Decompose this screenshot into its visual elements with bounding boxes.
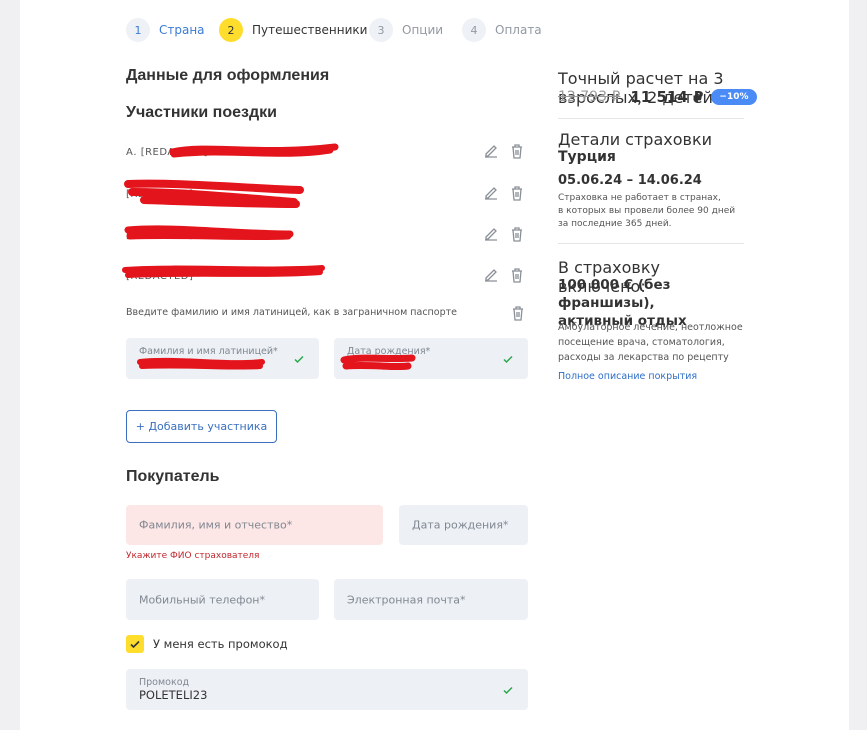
note-line: за последние 365 дней. (558, 219, 672, 229)
edit-icon[interactable] (482, 184, 500, 202)
fio-error: Укажите ФИО страхователя (126, 551, 260, 561)
field-label: Дата рождения* (412, 518, 509, 532)
new-price: 11 514 ₽ (630, 88, 704, 106)
step-label: Путешественники (252, 23, 368, 37)
discount-badge: −10% (711, 89, 757, 105)
email-field[interactable]: Электронная почта* (334, 579, 528, 620)
dates: 05.06.24 – 14.06.24 (558, 173, 702, 188)
buyer-birth-field[interactable]: Дата рождения* (399, 505, 528, 545)
check-icon (503, 686, 513, 694)
note-line: Страховка не работает в странах, (558, 193, 721, 203)
latin-hint: Введите фамилию и имя латиницей, как в з… (126, 307, 457, 318)
trash-icon[interactable] (508, 266, 526, 284)
promo-checkbox[interactable] (126, 635, 144, 653)
coverage-desc-line: посещение врача, стоматология, (558, 337, 725, 348)
insurance-note: Страховка не работает в странах, в котор… (558, 192, 744, 231)
check-icon (503, 355, 513, 363)
step-number: 2 (219, 18, 243, 42)
field-label: Электронная почта* (347, 593, 466, 606)
step-label: Страна (159, 23, 205, 37)
field-label: Дата рождения* (347, 346, 431, 357)
traveler-row: [REDACTED] (126, 264, 526, 288)
field-label: Фамилия, имя и отчество* (139, 518, 293, 532)
traveler-name: А. [REDACTED] (126, 146, 209, 158)
country: Турция (558, 149, 616, 165)
coverage-desc-line: расходы за лекарства по рецепту (558, 352, 729, 363)
edit-icon[interactable] (482, 225, 500, 243)
coverage-desc-line: Амбулаторное лечение, неотложное (558, 322, 743, 333)
trash-icon[interactable] (509, 304, 527, 322)
main-card: 1 Страна 2 Путешественники 3 Опции 4 Опл… (20, 0, 849, 730)
divider (558, 118, 744, 119)
trash-icon[interactable] (508, 225, 526, 243)
traveler-name: [REDACTED] (126, 188, 194, 200)
details-label: Детали страховки (558, 130, 713, 149)
form-title: Данные для оформления (126, 67, 330, 84)
buyer-title: Покупатель (126, 468, 220, 485)
step-label: Оплата (495, 23, 542, 37)
edit-icon[interactable] (482, 142, 500, 160)
coverage-description: Амбулаторное лечение, неотложное посещен… (558, 320, 744, 365)
trash-icon[interactable] (508, 184, 526, 202)
checkmark-icon (130, 640, 140, 649)
old-price: 12 793 ₽ (558, 89, 621, 105)
step-number: 1 (126, 18, 150, 42)
step-options[interactable]: 3 Опции (369, 18, 443, 42)
field-label: Мобильный телефон* (139, 593, 265, 606)
step-number: 4 (462, 18, 486, 42)
promo-value: POLETELI23 (139, 688, 208, 702)
step-country[interactable]: 1 Страна (126, 18, 205, 42)
step-label: Опции (402, 23, 444, 37)
add-participant-button[interactable]: + Добавить участника (126, 410, 277, 443)
promo-checkbox-label: У меня есть промокод (153, 637, 288, 651)
step-travelers[interactable]: 2 Путешественники (219, 18, 367, 42)
divider (558, 243, 744, 244)
price-row: 12 793 ₽ 11 514 ₽ −10% (558, 88, 757, 106)
note-line: в которых вы провели более 90 дней (558, 206, 736, 216)
phone-field[interactable]: Мобильный телефон* (126, 579, 319, 620)
full-coverage-link[interactable]: Полное описание покрытия (558, 371, 744, 382)
traveler-row: А. [REDACTED] (126, 140, 526, 164)
step-number: 3 (369, 18, 393, 42)
traveler-name: [REDACTED] (126, 229, 194, 241)
check-icon (294, 355, 304, 363)
traveler-row: [REDACTED] (126, 223, 526, 247)
fio-field[interactable]: Фамилия, имя и отчество* (126, 505, 383, 545)
edit-icon[interactable] (482, 266, 500, 284)
field-label: Промокод (139, 677, 190, 688)
participants-title: Участники поездки (126, 104, 277, 121)
traveler-name: [REDACTED] (126, 270, 194, 282)
birth-date-field[interactable]: Дата рождения* (334, 338, 528, 379)
step-payment[interactable]: 4 Оплата (462, 18, 542, 42)
traveler-row: [REDACTED] (126, 182, 526, 206)
promo-field[interactable]: Промокод POLETELI23 (126, 669, 528, 710)
coverage-line: 100 000 € (без франшизы), (558, 277, 671, 311)
latin-name-field[interactable]: Фамилия и имя латиницей* (126, 338, 319, 379)
trash-icon[interactable] (508, 142, 526, 160)
field-label: Фамилия и имя латиницей* (139, 346, 278, 357)
